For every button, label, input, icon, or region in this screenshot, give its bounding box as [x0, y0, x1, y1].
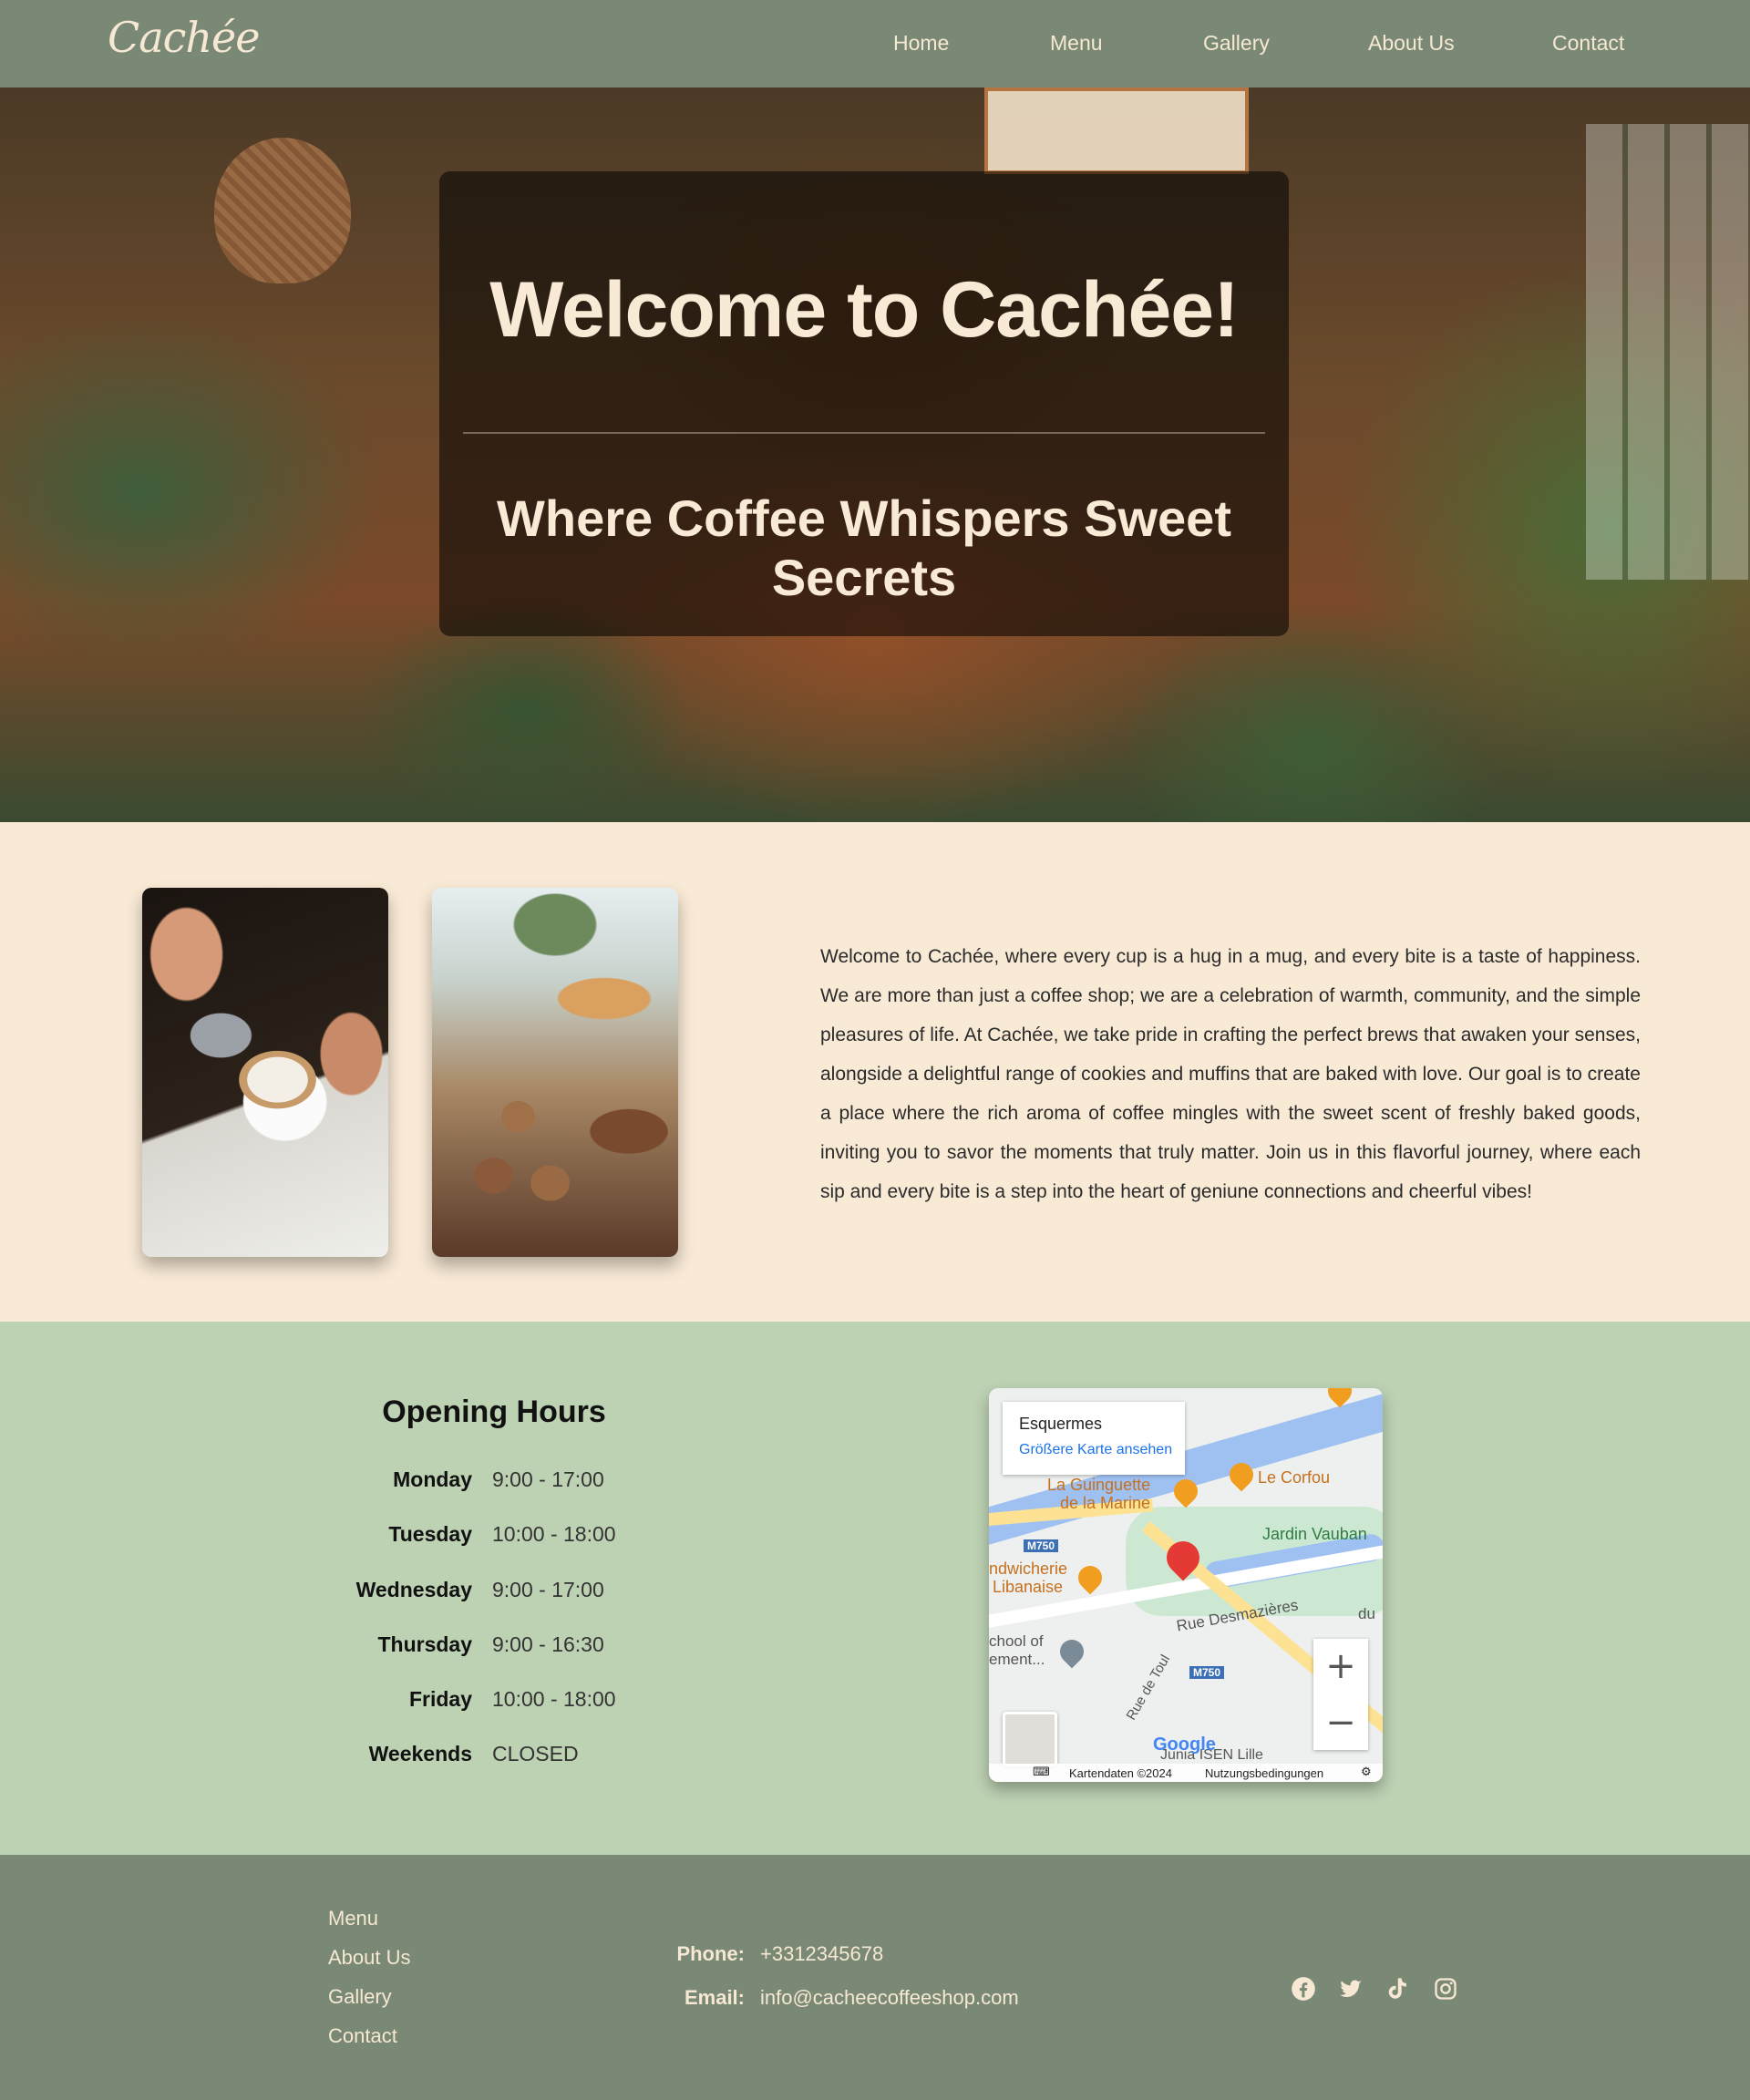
- map-poi-label[interactable]: Jardin Vauban: [1262, 1525, 1367, 1544]
- footer-link-gallery[interactable]: Gallery: [328, 1985, 392, 2009]
- map-zoom-control: + −: [1313, 1639, 1368, 1750]
- hours-day: Wednesday: [355, 1578, 472, 1601]
- map-settings-icon[interactable]: ⚙: [1361, 1765, 1372, 1779]
- map-place-name: Esquermes: [1019, 1415, 1103, 1433]
- hours-day: Thursday: [377, 1632, 472, 1656]
- hours-day: Weekends: [368, 1742, 472, 1765]
- hours-time: 10:00 - 18:00: [492, 1687, 616, 1711]
- nav-menu[interactable]: Menu: [1050, 31, 1103, 56]
- hero-divider: [463, 432, 1265, 434]
- hours-row: Monday 9:00 - 17:00: [365, 1467, 729, 1504]
- map-poi-label[interactable]: ement...: [989, 1651, 1045, 1669]
- map-poi-label[interactable]: La Guinguette: [1047, 1476, 1150, 1495]
- zoom-out-button[interactable]: −: [1313, 1695, 1368, 1750]
- map-road-shield: M750: [1024, 1539, 1059, 1552]
- larger-map-link[interactable]: Größere Karte ansehen: [1019, 1442, 1172, 1458]
- map-poi-label[interactable]: Le Corfou: [1258, 1468, 1330, 1488]
- map-poi-label[interactable]: ndwicherie: [989, 1560, 1067, 1579]
- map-street-label: du: [1358, 1605, 1375, 1622]
- hero-background-lamp: [214, 138, 351, 283]
- top-navbar: Cachée Home Menu Gallery About Us Contac…: [0, 0, 1750, 88]
- hours-day: Monday: [393, 1467, 472, 1491]
- nav-gallery[interactable]: Gallery: [1203, 31, 1270, 56]
- google-logo: Google: [1153, 1735, 1216, 1755]
- hours-time: 9:00 - 17:00: [492, 1578, 604, 1601]
- map-poi-label[interactable]: de la Marine: [1060, 1494, 1150, 1513]
- hours-time: 9:00 - 16:30: [492, 1632, 604, 1656]
- hours-row: Friday 10:00 - 18:00: [365, 1687, 729, 1724]
- nav-contact[interactable]: Contact: [1552, 31, 1624, 56]
- site-footer: Menu About Us Gallery Contact Phone: +33…: [0, 1855, 1750, 2100]
- hours-section: Opening Hours Monday 9:00 - 17:00 Tuesda…: [0, 1322, 1750, 1855]
- pastries-photo: [432, 888, 678, 1257]
- keyboard-shortcuts-icon[interactable]: ⌨: [1033, 1765, 1050, 1779]
- school-pin-icon[interactable]: [1055, 1634, 1089, 1669]
- latte-art-photo: [142, 888, 388, 1257]
- hero-banner: Welcome to Cachée! Where Coffee Whispers…: [0, 88, 1750, 822]
- hours-row: Tuesday 10:00 - 18:00: [365, 1522, 729, 1559]
- phone-label: Phone:: [676, 1942, 745, 1965]
- map-layer-toggle[interactable]: [1003, 1712, 1057, 1766]
- email-label: Email:: [684, 1986, 745, 2009]
- nav-about-us[interactable]: About Us: [1368, 31, 1455, 56]
- about-section: Welcome to Cachée, where every cup is a …: [0, 822, 1750, 1322]
- email-address[interactable]: info@cacheecoffeeshop.com: [760, 1986, 1019, 2010]
- map-attribution-bar: ⌨ Kartendaten ©2024 Nutzungsbedingungen …: [989, 1764, 1383, 1782]
- hours-time: CLOSED: [492, 1742, 579, 1765]
- map-attribution: Kartendaten ©2024: [1069, 1766, 1172, 1780]
- hours-row: Weekends CLOSED: [365, 1742, 729, 1778]
- map-place-card: Esquermes Größere Karte ansehen: [1003, 1402, 1185, 1475]
- hours-row: Thursday 9:00 - 16:30: [365, 1632, 729, 1669]
- restaurant-pin-icon[interactable]: [1073, 1560, 1107, 1595]
- map-road-shield: M750: [1189, 1666, 1225, 1679]
- map-poi-label[interactable]: chool of: [989, 1632, 1044, 1651]
- map-street-label: Rue de Toul: [1123, 1652, 1174, 1724]
- footer-link-menu[interactable]: Menu: [328, 1907, 378, 1930]
- hero-background-menu-board: [984, 88, 1249, 174]
- twitter-icon[interactable]: [1338, 1976, 1364, 2002]
- hero-title: Welcome to Cachée!: [489, 266, 1240, 354]
- hero-background-window: [1586, 124, 1750, 580]
- map-poi-label[interactable]: Libanaise: [993, 1578, 1063, 1597]
- embedded-map[interactable]: La Guinguette de la Marine Le Corfou Jar…: [989, 1388, 1383, 1782]
- tiktok-icon[interactable]: [1385, 1976, 1411, 2002]
- map-terms-link[interactable]: Nutzungsbedingungen: [1205, 1766, 1323, 1780]
- instagram-icon[interactable]: [1433, 1976, 1458, 2002]
- hours-day: Tuesday: [388, 1522, 472, 1546]
- hero-overlay: Welcome to Cachée! Where Coffee Whispers…: [439, 171, 1289, 636]
- zoom-in-button[interactable]: +: [1313, 1639, 1368, 1693]
- opening-hours-title: Opening Hours: [382, 1395, 606, 1429]
- hours-time: 10:00 - 18:00: [492, 1522, 616, 1546]
- footer-link-about-us[interactable]: About Us: [328, 1946, 411, 1970]
- hours-row: Wednesday 9:00 - 17:00: [356, 1578, 729, 1614]
- hero-subtitle: Where Coffee Whispers Sweet Secrets: [497, 489, 1231, 606]
- footer-link-contact[interactable]: Contact: [328, 2024, 397, 2048]
- about-text: Welcome to Cachée, where every cup is a …: [820, 946, 1641, 1202]
- site-logo[interactable]: Cachée: [108, 13, 260, 62]
- nav-home[interactable]: Home: [893, 31, 949, 56]
- hours-day: Friday: [408, 1687, 472, 1711]
- phone-number[interactable]: +3312345678: [760, 1942, 883, 1966]
- hours-time: 9:00 - 17:00: [492, 1467, 604, 1491]
- facebook-icon[interactable]: [1291, 1976, 1316, 2002]
